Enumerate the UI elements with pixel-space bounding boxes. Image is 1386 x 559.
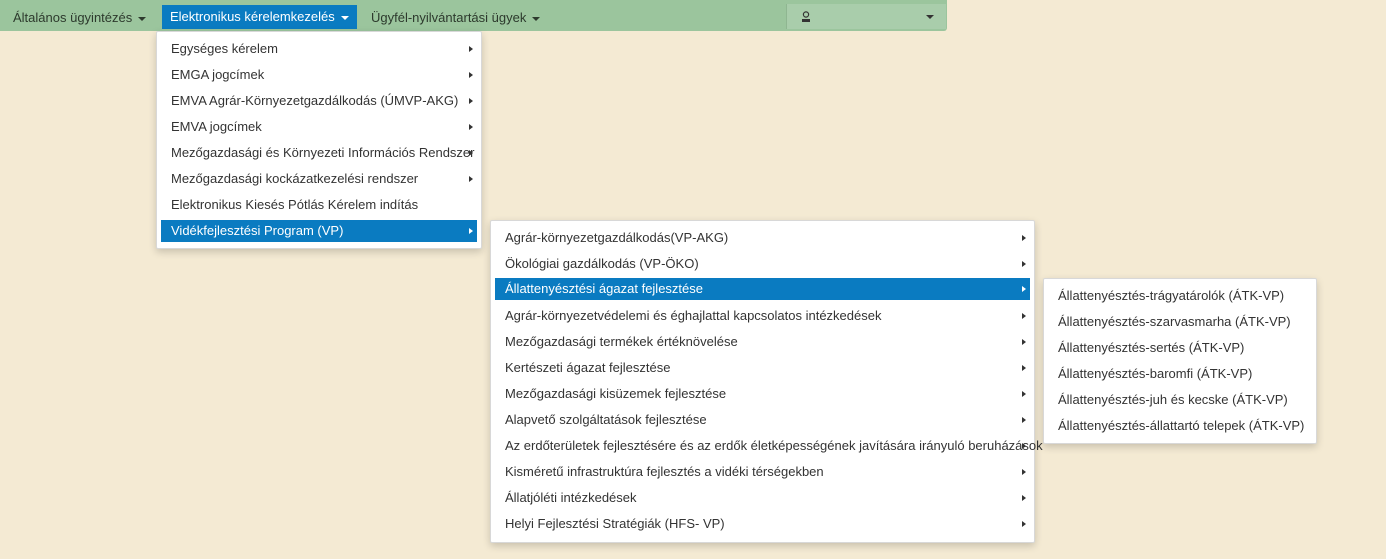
menu-item-label: Állattenyésztés-sertés (ÁTK-VP): [1058, 340, 1245, 355]
nav-client-registry-label: Ügyfél-nyilvántartási ügyek: [371, 10, 527, 25]
menu-item-label: Állattenyésztés-trágyatárolók (ÁTK-VP): [1058, 288, 1285, 303]
menu-item-emva-akg[interactable]: EMVA Agrár-Környezetgazdálkodás (ÚMVP-AK…: [161, 90, 477, 112]
chevron-right-icon: [469, 228, 473, 234]
menu-item-risk-management[interactable]: Mezőgazdasági kockázatkezelési rendszer: [161, 168, 477, 190]
menu-item-label: Alapvető szolgáltatások fejlesztése: [505, 412, 707, 427]
user-menu[interactable]: [786, 4, 946, 29]
menu-item-egyseges-kerelem[interactable]: Egységes kérelem: [161, 38, 477, 60]
menu-item-label: Kisméretű infrastruktúra fejlesztés a vi…: [505, 464, 824, 479]
menu-item-livestock[interactable]: Állattenyésztési ágazat fejlesztése: [495, 278, 1030, 300]
top-navbar: Általános ügyintézés Elektronikus kérele…: [0, 0, 947, 31]
menu-item-poultry[interactable]: Állattenyésztés-baromfi (ÁTK-VP): [1048, 363, 1312, 385]
menu-item-label: Mezőgazdasági kockázatkezelési rendszer: [171, 171, 419, 186]
chevron-right-icon: [1022, 443, 1026, 449]
nav-general-affairs[interactable]: Általános ügyintézés: [13, 0, 147, 31]
menu-item-manure-storage[interactable]: Állattenyésztés-trágyatárolók (ÁTK-VP): [1048, 285, 1312, 307]
menu-item-horticulture[interactable]: Kertészeti ágazat fejlesztése: [495, 357, 1030, 379]
nav-client-registry[interactable]: Ügyfél-nyilvántartási ügyek: [371, 0, 541, 31]
chevron-right-icon: [1022, 469, 1026, 475]
menu-item-label: Kertészeti ágazat fejlesztése: [505, 360, 671, 375]
menu-item-vp-akg[interactable]: Agrár-környezetgazdálkodás(VP-AKG): [495, 227, 1030, 249]
menu-item-label: Egységes kérelem: [171, 41, 278, 56]
menu-item-pig[interactable]: Állattenyésztés-sertés (ÁTK-VP): [1048, 337, 1312, 359]
chevron-down-icon: [532, 16, 541, 21]
menu-item-label: Mezőgazdasági termékek értéknövelése: [505, 334, 738, 349]
chevron-right-icon: [469, 98, 473, 104]
menu-item-emva[interactable]: EMVA jogcímek: [161, 116, 477, 138]
chevron-right-icon: [1022, 261, 1026, 267]
chevron-right-icon: [469, 124, 473, 130]
chevron-right-icon: [1022, 286, 1026, 292]
chevron-right-icon: [1022, 339, 1026, 345]
chevron-right-icon: [1022, 391, 1026, 397]
menu-item-label: Állattenyésztés-állattartó telepek (ÁTK-…: [1058, 418, 1305, 433]
menu-item-label: Állatjóléti intézkedések: [505, 490, 637, 505]
nav-electronic-requests-label: Elektronikus kérelemkezelés: [170, 9, 335, 24]
chevron-down-icon: [926, 15, 934, 19]
menu-item-basic-services[interactable]: Alapvető szolgáltatások fejlesztése: [495, 409, 1030, 431]
menu-item-label: Állattenyésztési ágazat fejlesztése: [505, 281, 703, 296]
menu-item-animal-welfare[interactable]: Állatjóléti intézkedések: [495, 487, 1030, 509]
chevron-right-icon: [1022, 235, 1026, 241]
menu-item-label: Állattenyésztés-szarvasmarha (ÁTK-VP): [1058, 314, 1291, 329]
menu-item-label: Agrár-környezetvédelemi és éghajlattal k…: [505, 308, 882, 323]
chevron-right-icon: [1022, 495, 1026, 501]
menu-item-label: Állattenyésztés-juh és kecske (ÁTK-VP): [1058, 392, 1288, 407]
user-icon: [802, 11, 810, 22]
menu-item-sheep-goat[interactable]: Állattenyésztés-juh és kecske (ÁTK-VP): [1048, 389, 1312, 411]
menu-item-label: Agrár-környezetgazdálkodás(VP-AKG): [505, 230, 729, 245]
menu-item-hfs[interactable]: Helyi Fejlesztési Stratégiák (HFS- VP): [495, 513, 1030, 535]
chevron-right-icon: [1022, 365, 1026, 371]
chevron-right-icon: [1022, 313, 1026, 319]
dropdown-livestock: Állattenyésztés-trágyatárolók (ÁTK-VP) Á…: [1043, 278, 1317, 444]
menu-item-vp[interactable]: Vidékfejlesztési Program (VP): [161, 220, 477, 242]
chevron-right-icon: [1022, 521, 1026, 527]
menu-item-label: Mezőgazdasági kisüzemek fejlesztése: [505, 386, 727, 401]
menu-item-label: EMVA jogcímek: [171, 119, 262, 134]
menu-item-kieses-potlas[interactable]: Elektronikus Kiesés Pótlás Kérelem indít…: [161, 194, 477, 216]
chevron-right-icon: [469, 176, 473, 182]
menu-item-small-farms[interactable]: Mezőgazdasági kisüzemek fejlesztése: [495, 383, 1030, 405]
menu-item-label: Vidékfejlesztési Program (VP): [171, 223, 344, 238]
menu-item-mkir[interactable]: Mezőgazdasági és Környezeti Információs …: [161, 142, 477, 164]
menu-item-cattle[interactable]: Állattenyésztés-szarvasmarha (ÁTK-VP): [1048, 311, 1312, 333]
menu-item-label: Elektronikus Kiesés Pótlás Kérelem indít…: [171, 197, 419, 212]
menu-item-label: Helyi Fejlesztési Stratégiák (HFS- VP): [505, 516, 725, 531]
nav-electronic-requests[interactable]: Elektronikus kérelemkezelés: [162, 5, 357, 29]
menu-item-environment[interactable]: Agrár-környezetvédelemi és éghajlattal k…: [495, 305, 1030, 327]
menu-item-value-added[interactable]: Mezőgazdasági termékek értéknövelése: [495, 331, 1030, 353]
menu-item-label: Állattenyésztés-baromfi (ÁTK-VP): [1058, 366, 1253, 381]
menu-item-label: Mezőgazdasági és Környezeti Információs …: [171, 145, 475, 160]
chevron-right-icon: [469, 46, 473, 52]
chevron-down-icon: [138, 16, 147, 21]
dropdown-electronic-requests: Egységes kérelem EMGA jogcímek EMVA Agrá…: [156, 31, 482, 249]
chevron-right-icon: [1022, 417, 1026, 423]
dropdown-vp: Agrár-környezetgazdálkodás(VP-AKG) Ökoló…: [490, 220, 1043, 543]
menu-item-label: Ökológiai gazdálkodás (VP-ÖKO): [505, 256, 699, 271]
menu-item-infrastructure[interactable]: Kisméretű infrastruktúra fejlesztés a vi…: [495, 461, 1030, 483]
chevron-right-icon: [469, 72, 473, 78]
menu-item-label: EMGA jogcímek: [171, 67, 265, 82]
chevron-right-icon: [469, 150, 473, 156]
menu-item-forestry[interactable]: Az erdőterületek fejlesztésére és az erd…: [495, 435, 1043, 457]
menu-item-label: EMVA Agrár-Környezetgazdálkodás (ÚMVP-AK…: [171, 93, 459, 108]
menu-item-label: Az erdőterületek fejlesztésére és az erd…: [505, 438, 1043, 453]
chevron-down-icon: [340, 15, 349, 20]
menu-item-emga[interactable]: EMGA jogcímek: [161, 64, 477, 86]
menu-item-vp-oko[interactable]: Ökológiai gazdálkodás (VP-ÖKO): [495, 253, 1030, 275]
menu-item-livestock-farms[interactable]: Állattenyésztés-állattartó telepek (ÁTK-…: [1048, 415, 1312, 437]
nav-general-affairs-label: Általános ügyintézés: [13, 10, 133, 25]
